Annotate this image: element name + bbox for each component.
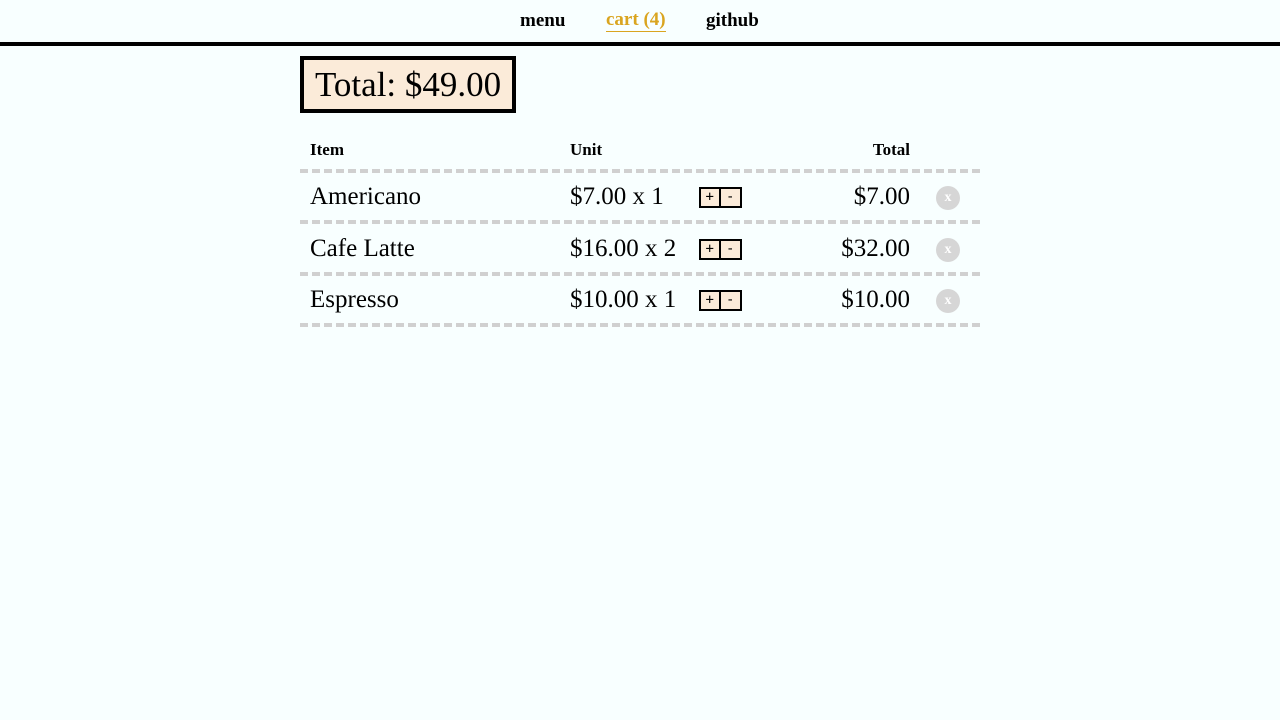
row-divider — [300, 323, 980, 327]
cart-row-unit: $10.00 x 1 — [570, 286, 677, 313]
cart-row-total: $10.00 — [841, 286, 910, 313]
increment-button[interactable]: + — [701, 189, 721, 206]
remove-item-button[interactable]: x — [936, 186, 960, 210]
remove-item-button[interactable]: x — [936, 238, 960, 262]
quantity-stepper: + - — [699, 187, 742, 208]
quantity-stepper: + - — [699, 290, 742, 311]
column-header-item: Item — [310, 140, 344, 159]
nav-link-menu[interactable]: menu — [520, 9, 565, 33]
cart-total: Total: $49.00 — [300, 56, 517, 113]
quantity-stepper: + - — [699, 239, 742, 260]
column-header-total: Total — [872, 140, 910, 159]
cart-row-item: Americano — [310, 183, 422, 210]
top-nav: menu cart (4) github — [0, 0, 1280, 46]
cart-row-item: Espresso — [310, 286, 399, 313]
cart-row-total: $7.00 — [853, 183, 910, 210]
increment-button[interactable]: + — [701, 241, 721, 258]
decrement-button[interactable]: - — [721, 292, 740, 309]
cart-row: Espresso $10.00 x 1 + - $10.00 x — [300, 276, 980, 324]
cart-row-unit: $16.00 x 2 — [570, 235, 677, 262]
nav-link-cart[interactable]: cart (4) — [606, 9, 666, 32]
column-header-unit: Unit — [570, 140, 603, 159]
cart-row-item: Cafe Latte — [310, 235, 415, 262]
increment-button[interactable]: + — [701, 292, 721, 309]
cart-row-unit: $7.00 x 1 — [570, 183, 664, 210]
cart-row: Cafe Latte $16.00 x 2 + - $32.00 x — [300, 225, 980, 273]
cart-row: Americano $7.00 x 1 + - $7.00 x — [300, 173, 980, 221]
row-divider — [300, 220, 980, 224]
decrement-button[interactable]: - — [721, 241, 740, 258]
decrement-button[interactable]: - — [721, 189, 740, 206]
cart-row-total: $32.00 — [841, 235, 910, 262]
remove-item-button[interactable]: x — [936, 289, 960, 313]
nav-link-github[interactable]: github — [706, 9, 759, 33]
